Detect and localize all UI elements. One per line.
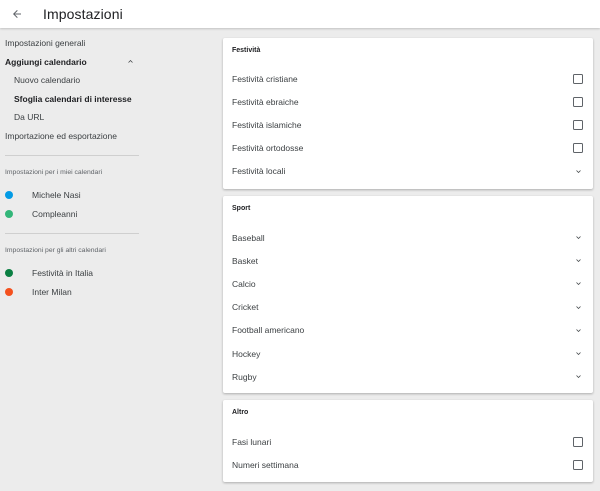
holiday-row-christian[interactable]: Festività cristiane xyxy=(223,67,593,90)
card-title: Festività xyxy=(232,47,261,54)
holiday-row-jewish[interactable]: Festività ebraiche xyxy=(223,90,593,113)
chevron-down-icon[interactable] xyxy=(574,233,583,242)
row-label: Rugby xyxy=(232,371,257,382)
row-label: Baseball xyxy=(232,232,265,243)
sidebar-calendar-inter-milan[interactable]: Inter Milan xyxy=(0,283,145,302)
back-button[interactable] xyxy=(1,0,33,28)
festivita-card: Festività Festività cristiane Festività … xyxy=(223,38,593,189)
calendar-color-dot xyxy=(5,287,13,296)
my-calendars-heading: Impostazioni per i miei calendari xyxy=(5,169,103,176)
other-calendars-heading: Impostazioni per gli altri calendari xyxy=(5,247,106,254)
sport-row-calcio[interactable]: Calcio xyxy=(223,272,593,295)
chevron-down-icon[interactable] xyxy=(574,256,583,265)
card-title: Altro xyxy=(232,409,249,416)
calendar-label: Michele Nasi xyxy=(32,190,81,201)
chevron-down-icon[interactable] xyxy=(574,372,583,381)
row-label: Basket xyxy=(232,255,258,266)
row-label: Festività islamiche xyxy=(232,119,302,130)
chevron-down-icon[interactable] xyxy=(574,279,583,288)
calendar-label: Festività in Italia xyxy=(32,268,93,279)
sidebar-item-general-settings[interactable]: Impostazioni generali xyxy=(0,34,145,53)
sport-row-basket[interactable]: Basket xyxy=(223,249,593,272)
other-row-moon-phases[interactable]: Fasi lunari xyxy=(223,430,593,453)
row-label: Festività ebraiche xyxy=(232,96,299,107)
sidebar-item-add-calendar[interactable]: Aggiungi calendario xyxy=(0,53,145,72)
holiday-row-islamic[interactable]: Festività islamiche xyxy=(223,113,593,136)
row-label: Fasi lunari xyxy=(232,436,272,447)
calendar-color-dot xyxy=(5,269,13,278)
chevron-down-icon[interactable] xyxy=(574,349,583,358)
orthodox-holidays-checkbox[interactable] xyxy=(573,143,583,154)
sidebar-calendar-michele-nasi[interactable]: Michele Nasi xyxy=(0,186,145,205)
chevron-down-icon[interactable] xyxy=(574,326,583,335)
chevron-down-icon[interactable] xyxy=(574,167,583,176)
week-numbers-checkbox[interactable] xyxy=(573,459,583,470)
top-app-bar: Impostazioni xyxy=(0,0,600,28)
sport-row-cricket[interactable]: Cricket xyxy=(223,296,593,319)
calendar-color-dot xyxy=(5,209,13,218)
sport-row-football[interactable]: Football americano xyxy=(223,319,593,342)
sidebar-item-browse-calendars[interactable]: Sfoglia calendari di interesse xyxy=(0,90,145,109)
calendar-label: Compleanni xyxy=(32,208,78,219)
settings-sidebar: Impostazioni generali Aggiungi calendari… xyxy=(0,34,145,301)
christian-holidays-checkbox[interactable] xyxy=(573,73,583,84)
row-label: Festività cristiane xyxy=(232,73,298,84)
sport-row-baseball[interactable]: Baseball xyxy=(223,226,593,249)
altro-card: Altro Fasi lunari Numeri settimana xyxy=(223,400,593,482)
page-title: Impostazioni xyxy=(43,6,123,22)
calendar-color-dot xyxy=(5,191,13,200)
card-title: Sport xyxy=(232,205,251,212)
row-label: Festività ortodosse xyxy=(232,143,304,154)
moon-phases-checkbox[interactable] xyxy=(573,436,583,447)
sidebar-calendar-festivita-italia[interactable]: Festività in Italia xyxy=(0,264,145,283)
row-label: Numeri settimana xyxy=(232,459,299,470)
calendar-label: Inter Milan xyxy=(32,286,72,297)
sidebar-item-new-calendar[interactable]: Nuovo calendario xyxy=(0,71,145,90)
arrow-left-icon xyxy=(11,8,23,20)
sidebar-calendar-compleanni[interactable]: Compleanni xyxy=(0,205,145,224)
row-label: Festività locali xyxy=(232,166,286,177)
sidebar-item-import-export[interactable]: Importazione ed esportazione xyxy=(0,127,145,146)
sidebar-divider xyxy=(5,233,139,234)
sidebar-divider xyxy=(5,155,139,156)
row-label: Hockey xyxy=(232,348,261,359)
row-label: Calcio xyxy=(232,278,256,289)
row-label: Football americano xyxy=(232,325,305,336)
row-label: Cricket xyxy=(232,302,259,313)
sidebar-item-from-url[interactable]: Da URL xyxy=(0,108,145,127)
islamic-holidays-checkbox[interactable] xyxy=(573,119,583,130)
chevron-down-icon[interactable] xyxy=(574,303,583,312)
jewish-holidays-checkbox[interactable] xyxy=(573,96,583,107)
holiday-row-local[interactable]: Festività locali xyxy=(223,160,593,183)
chevron-up-icon xyxy=(126,57,135,66)
sidebar-item-label: Aggiungi calendario xyxy=(5,56,87,67)
holiday-row-orthodox[interactable]: Festività ortodosse xyxy=(223,137,593,160)
sport-row-hockey[interactable]: Hockey xyxy=(223,342,593,365)
other-row-week-numbers[interactable]: Numeri settimana xyxy=(223,453,593,476)
sport-row-rugby[interactable]: Rugby xyxy=(223,365,593,388)
sport-card: Sport Baseball Basket Calcio Cricket Foo… xyxy=(223,196,593,393)
